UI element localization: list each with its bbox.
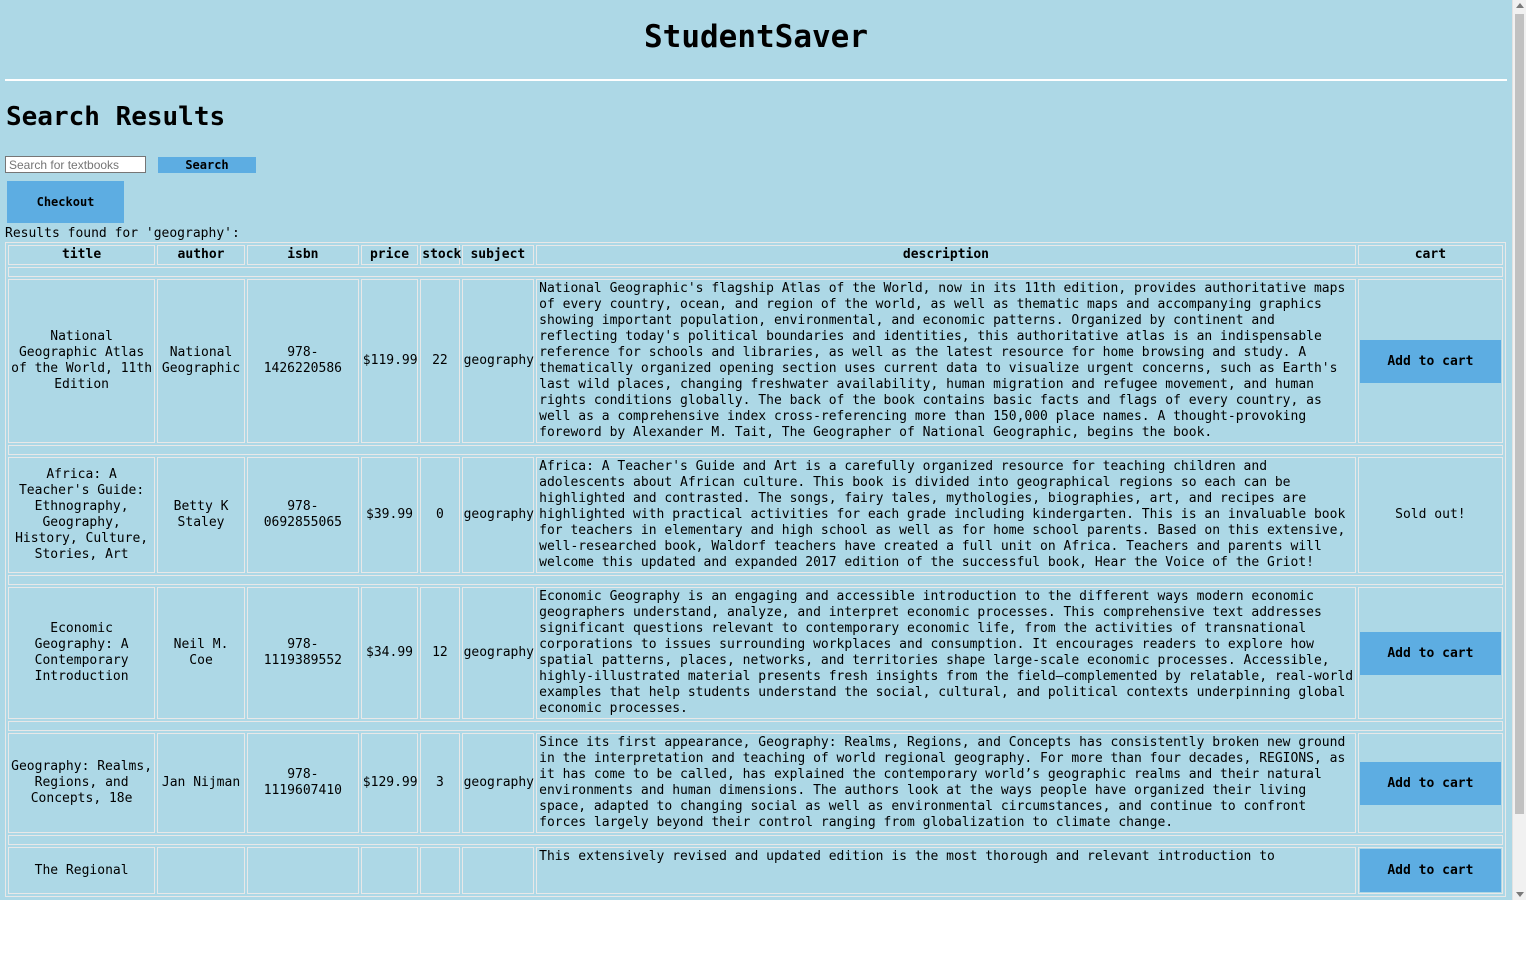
cell-description: This extensively revised and updated edi… [536, 847, 1356, 894]
search-input[interactable] [5, 156, 146, 173]
row-spacer [8, 721, 1503, 731]
cell-isbn [246, 847, 359, 894]
results-summary: Results found for 'geography': [5, 226, 240, 241]
column-header-author: author [157, 245, 245, 265]
cell-isbn: 978-0692855065 [246, 457, 359, 573]
page-viewport: StudentSaver Search Results Search Check… [0, 0, 1512, 900]
cell-title: National Geographic Atlas of the World, … [8, 279, 156, 443]
column-header-price: price [360, 245, 419, 265]
cell-cart: Add to cart [1357, 733, 1503, 833]
cell-description: Economic Geography is an engaging and ac… [536, 587, 1356, 719]
cell-cart: Add to cart [1357, 587, 1503, 719]
cell-stock: 22 [420, 279, 460, 443]
column-header-title: title [8, 245, 156, 265]
cell-stock [420, 847, 460, 894]
cell-price: $34.99 [360, 587, 419, 719]
cell-price [360, 847, 419, 894]
column-header-cart: cart [1357, 245, 1503, 265]
column-header-subject: subject [461, 245, 535, 265]
scroll-up-arrow-icon[interactable] [1516, 3, 1524, 8]
cell-title: Geography: Realms, Regions, and Concepts… [8, 733, 156, 833]
cell-author: Neil M. Coe [157, 587, 245, 719]
cell-subject: geography [461, 279, 535, 443]
cell-subject: geography [461, 457, 535, 573]
cell-title: Africa: A Teacher's Guide: Ethnography, … [8, 457, 156, 573]
cell-cart-sold-out: Sold out! [1357, 457, 1503, 573]
cell-stock: 3 [420, 733, 460, 833]
column-header-isbn: isbn [246, 245, 359, 265]
cell-title: The Regional [8, 847, 156, 894]
vertical-scrollbar[interactable] [1512, 0, 1526, 900]
cell-isbn: 978-1119389552 [246, 587, 359, 719]
table-header-row: title author isbn price stock subject de… [8, 245, 1503, 265]
cell-description: Africa: A Teacher's Guide and Art is a c… [536, 457, 1356, 573]
checkout-button[interactable]: Checkout [7, 181, 124, 223]
scrollbar-thumb[interactable] [1515, 14, 1524, 814]
cell-subject: geography [461, 733, 535, 833]
cell-author: National Geographic [157, 279, 245, 443]
search-button[interactable]: Search [158, 157, 256, 173]
page-title: Search Results [6, 102, 226, 132]
table-row: Geography: Realms, Regions, and Concepts… [8, 733, 1503, 833]
add-to-cart-button[interactable]: Add to cart [1359, 339, 1501, 383]
cell-author: Betty K Staley [157, 457, 245, 573]
add-to-cart-button[interactable]: Add to cart [1359, 631, 1501, 675]
table-row: The Regional This extensively revised an… [8, 847, 1503, 894]
row-spacer [8, 445, 1503, 455]
scroll-down-arrow-icon[interactable] [1516, 892, 1524, 897]
cell-cart: Add to cart [1357, 847, 1503, 894]
cell-description: Since its first appearance, Geography: R… [536, 733, 1356, 833]
site-title: StudentSaver [644, 19, 868, 55]
cell-title: Economic Geography: A Contemporary Intro… [8, 587, 156, 719]
cell-author [157, 847, 245, 894]
cell-cart: Add to cart [1357, 279, 1503, 443]
cell-description: National Geographic's flagship Atlas of … [536, 279, 1356, 443]
results-table: title author isbn price stock subject de… [5, 242, 1506, 897]
cell-author: Jan Nijman [157, 733, 245, 833]
table-row: Africa: A Teacher's Guide: Ethnography, … [8, 457, 1503, 573]
add-to-cart-button[interactable]: Add to cart [1359, 761, 1501, 805]
row-spacer [8, 575, 1503, 585]
cell-price: $119.99 [360, 279, 419, 443]
cell-isbn: 978-1426220586 [246, 279, 359, 443]
column-header-description: description [536, 245, 1356, 265]
header-divider [5, 79, 1507, 81]
cell-subject: geography [461, 587, 535, 719]
row-spacer [8, 835, 1503, 845]
cell-price: $39.99 [360, 457, 419, 573]
cell-stock: 12 [420, 587, 460, 719]
table-row: National Geographic Atlas of the World, … [8, 279, 1503, 443]
table-row: Economic Geography: A Contemporary Intro… [8, 587, 1503, 719]
cell-stock: 0 [420, 457, 460, 573]
column-header-stock: stock [420, 245, 461, 265]
cell-price: $129.99 [360, 733, 419, 833]
cell-isbn: 978-1119607410 [246, 733, 359, 833]
cell-subject [461, 847, 535, 894]
add-to-cart-button[interactable]: Add to cart [1359, 849, 1501, 892]
row-spacer [8, 267, 1503, 277]
